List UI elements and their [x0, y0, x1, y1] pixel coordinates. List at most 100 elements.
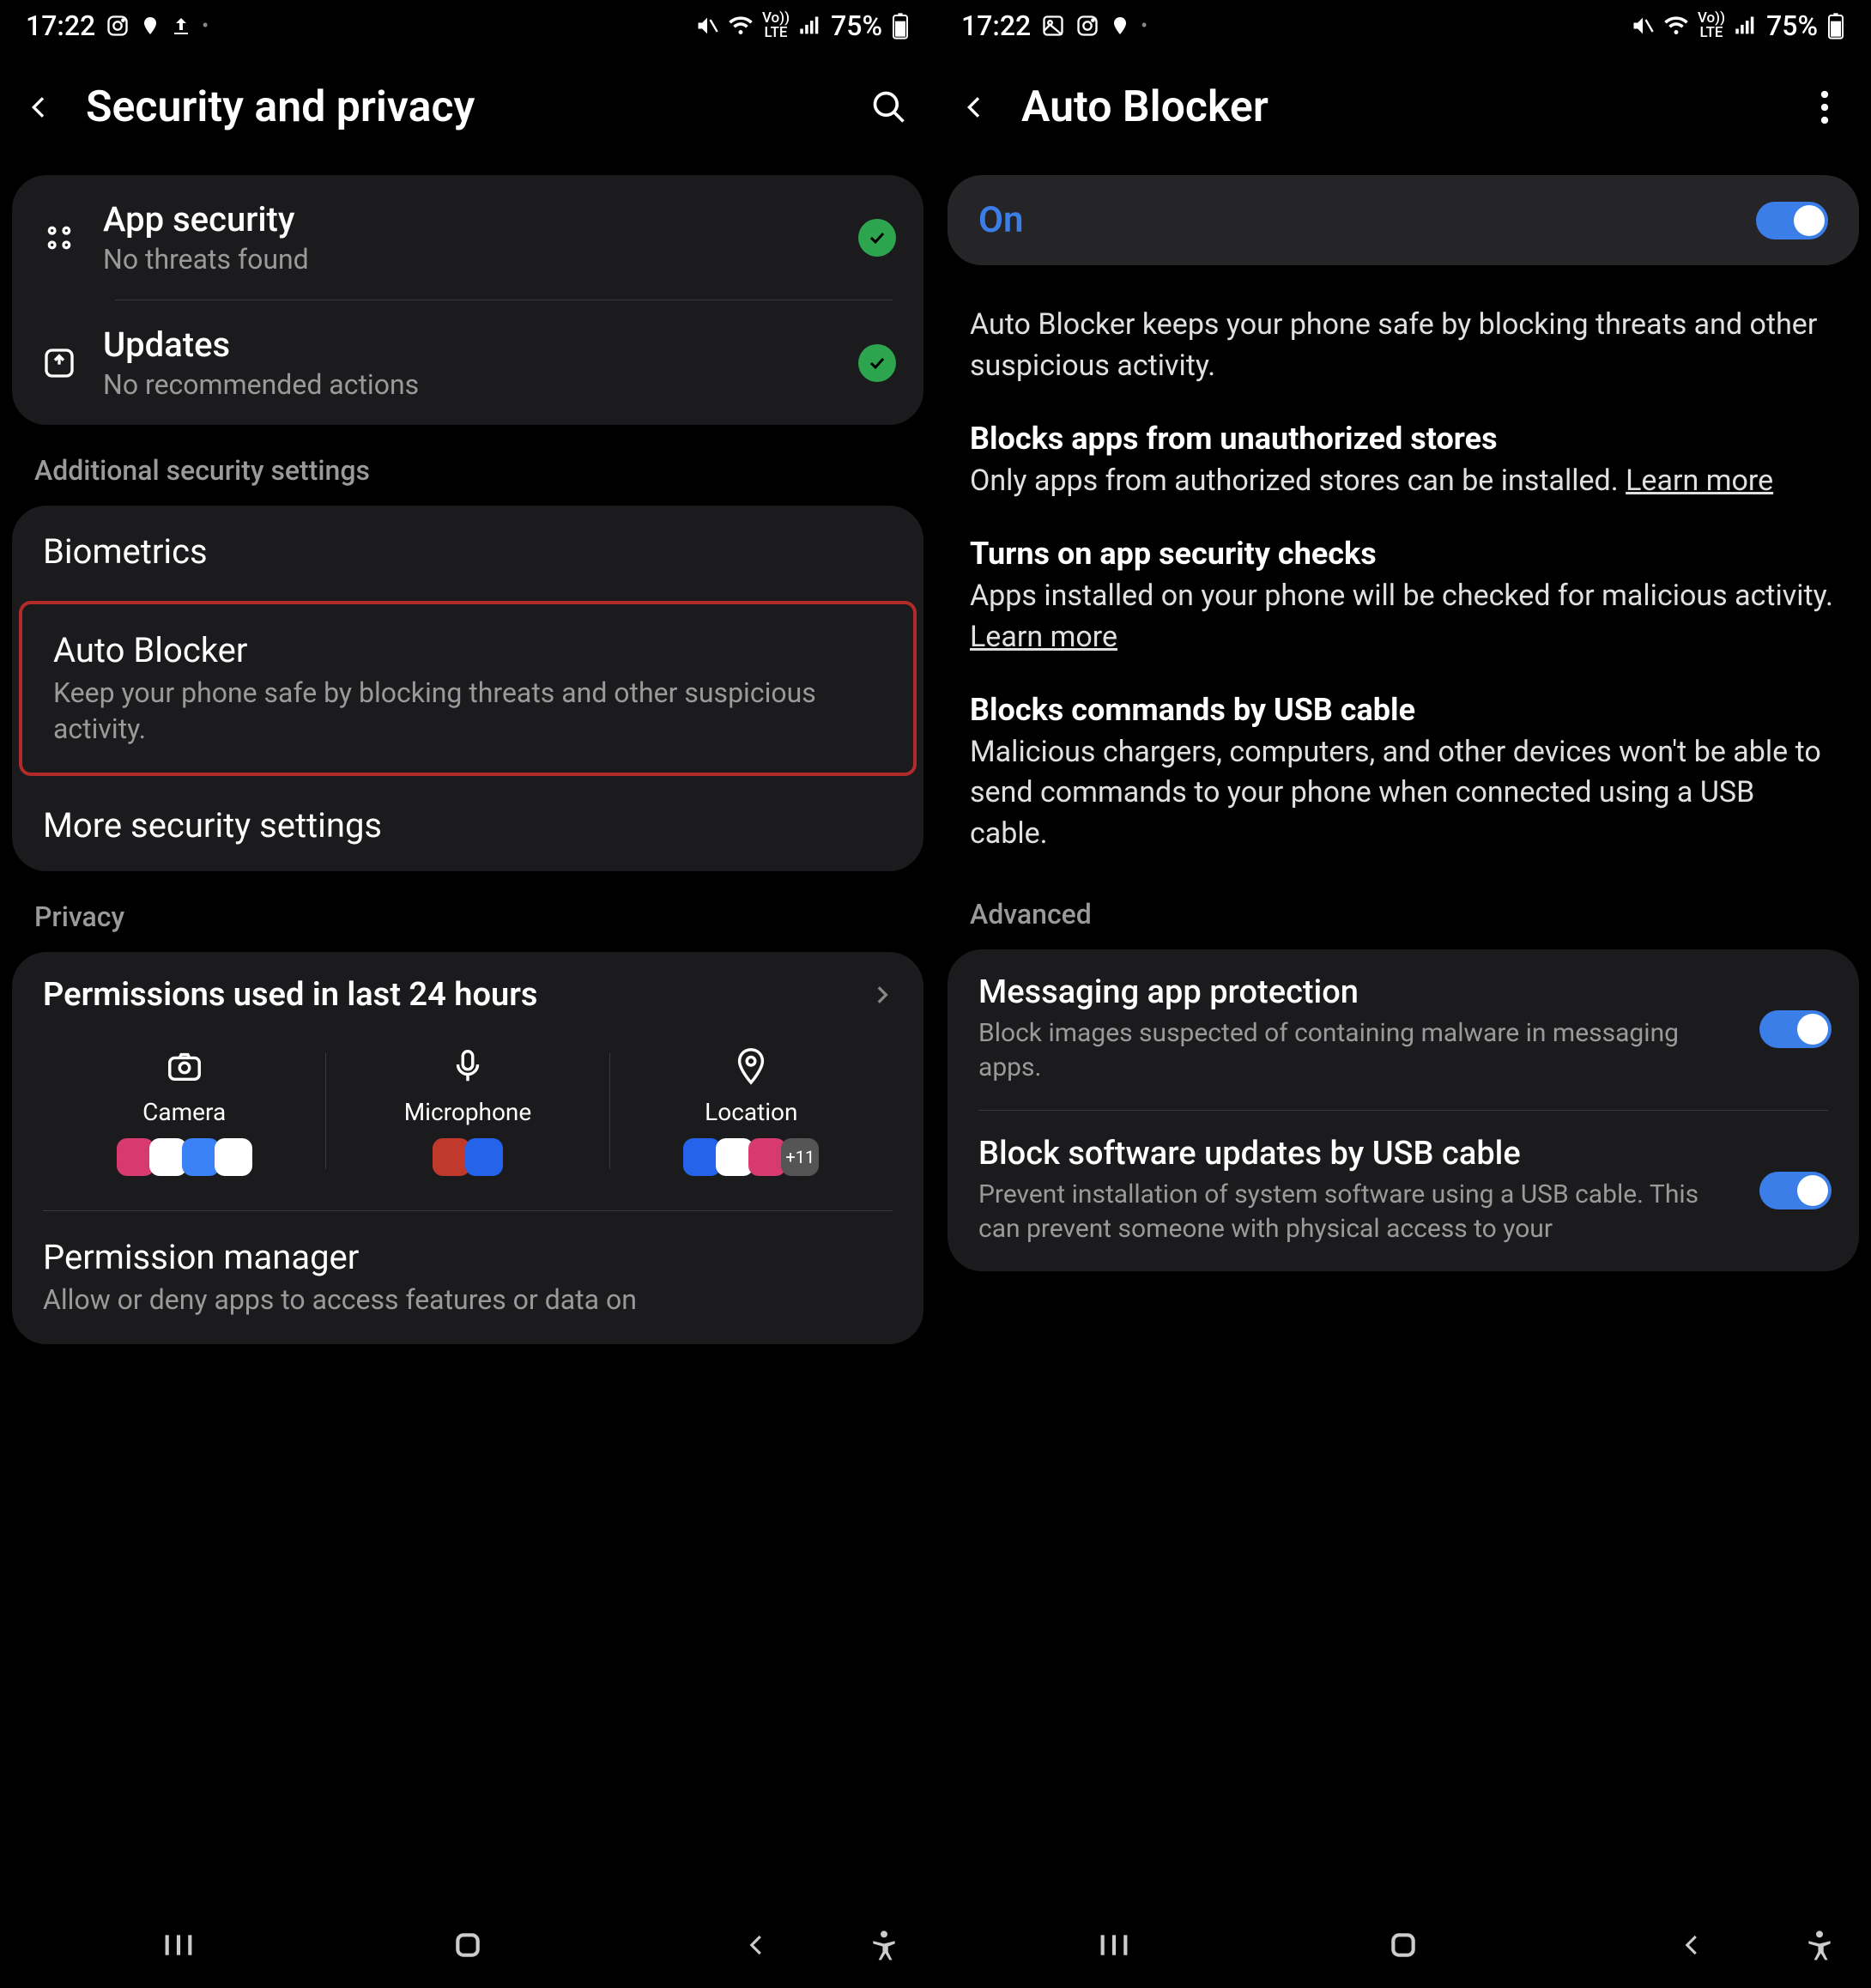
perm-location-col[interactable]: Location +11	[610, 1046, 893, 1176]
search-button[interactable]	[869, 87, 910, 128]
instagram-icon	[106, 14, 130, 38]
status-dot: •	[202, 15, 209, 37]
navigation-bar	[0, 1902, 936, 1988]
messaging-protection-title: Messaging app protection	[978, 973, 1742, 1011]
block-stores-body: Only apps from authorized stores can be …	[936, 461, 1871, 502]
location-indicator-icon	[140, 14, 160, 38]
app-security-title: App security	[103, 199, 834, 239]
screen-security-privacy: 17:22 • Vo))LTE 75%	[0, 0, 936, 1988]
microphone-apps	[435, 1138, 500, 1176]
accessibility-button[interactable]	[1794, 1919, 1845, 1971]
signal-icon	[1734, 15, 1758, 37]
battery-percent: 75%	[831, 9, 882, 42]
more-options-button[interactable]	[1804, 87, 1845, 128]
permissions-24h-title: Permissions used in last 24 hours	[43, 976, 870, 1014]
auto-blocker-highlight: Auto Blocker Keep your phone safe by blo…	[19, 601, 917, 776]
checkmark-badge-icon	[858, 344, 896, 382]
messaging-protection-row[interactable]: Messaging app protection Block images su…	[948, 949, 1859, 1110]
recents-button[interactable]	[153, 1919, 204, 1971]
learn-more-link[interactable]: Learn more	[970, 620, 1117, 654]
page-title: Auto Blocker	[1021, 82, 1778, 132]
usb-commands-body: Malicious chargers, computers, and other…	[936, 732, 1871, 855]
perm-microphone-label: Microphone	[404, 1098, 532, 1126]
back-button[interactable]	[26, 90, 60, 124]
instagram-icon	[1075, 14, 1099, 38]
block-stores-title: Blocks apps from unauthorized stores	[970, 421, 1498, 457]
more-security-label: More security settings	[43, 805, 893, 846]
additional-security-card: Biometrics Auto Blocker Keep your phone …	[12, 506, 923, 871]
home-button[interactable]	[1378, 1919, 1429, 1971]
home-button[interactable]	[442, 1919, 493, 1971]
apps-grid-icon	[39, 218, 79, 258]
status-bar: 17:22 • Vo))LTE 75%	[0, 0, 936, 52]
app-security-row[interactable]: App security No threats found	[12, 175, 923, 300]
master-switch[interactable]	[1756, 202, 1828, 239]
battery-percent: 75%	[1766, 9, 1818, 42]
auto-blocker-title: Auto Blocker	[53, 630, 882, 670]
battery-icon	[891, 12, 910, 39]
auto-blocker-row[interactable]: Auto Blocker Keep your phone safe by blo…	[22, 604, 913, 773]
on-label: On	[978, 199, 1023, 241]
perm-camera-label: Camera	[142, 1098, 226, 1126]
permission-manager-row[interactable]: Permission manager Allow or deny apps to…	[12, 1211, 923, 1344]
more-apps-badge: +11	[781, 1138, 819, 1176]
perm-camera-col[interactable]: Camera	[43, 1046, 325, 1176]
security-checks-body: Apps installed on your phone will be che…	[936, 576, 1871, 658]
perm-microphone-col[interactable]: Microphone	[326, 1046, 609, 1176]
wifi-icon	[1663, 15, 1689, 37]
back-button[interactable]	[961, 90, 996, 124]
block-usb-updates-title: Block software updates by USB cable	[978, 1135, 1742, 1173]
security-status-card: App security No threats found Updates No…	[12, 175, 923, 425]
permissions-24h-row[interactable]: Permissions used in last 24 hours	[12, 952, 923, 1038]
section-additional-security: Additional security settings	[0, 425, 936, 506]
updates-row[interactable]: Updates No recommended actions	[12, 300, 923, 425]
location-indicator-icon	[1110, 14, 1130, 38]
camera-apps	[119, 1138, 250, 1176]
master-toggle-row[interactable]: On	[948, 175, 1859, 265]
status-bar: 17:22 • Vo))LTE 75%	[936, 0, 1871, 52]
volte-icon: Vo))LTE	[1698, 11, 1725, 40]
battery-icon	[1826, 12, 1845, 39]
checkmark-badge-icon	[858, 219, 896, 257]
location-apps: +11	[686, 1138, 816, 1176]
recents-button[interactable]	[1088, 1919, 1140, 1971]
status-time: 17:22	[26, 9, 95, 42]
updates-sub: No recommended actions	[103, 368, 834, 401]
navigation-bar	[936, 1902, 1871, 1988]
screen-auto-blocker: 17:22 • Vo))LTE 75%	[936, 0, 1871, 1988]
perm-location-label: Location	[705, 1098, 797, 1126]
status-time: 17:22	[961, 9, 1031, 42]
permissions-grid: Camera Microphone	[12, 1038, 923, 1210]
block-usb-updates-sub: Prevent installation of system software …	[978, 1178, 1742, 1247]
status-dot: •	[1141, 15, 1147, 37]
messaging-switch[interactable]	[1759, 1010, 1832, 1048]
page-header: Auto Blocker	[936, 52, 1871, 175]
auto-blocker-sub: Keep your phone safe by blocking threats…	[53, 676, 882, 747]
microphone-icon	[448, 1046, 487, 1086]
messaging-protection-sub: Block images suspected of containing mal…	[978, 1016, 1742, 1086]
usb-commands-title: Blocks commands by USB cable	[970, 692, 1415, 728]
volte-icon: Vo))LTE	[762, 11, 790, 40]
security-checks-title: Turns on app security checks	[970, 536, 1377, 572]
mute-icon	[695, 14, 719, 38]
upload-icon	[171, 14, 191, 38]
block-usb-updates-row[interactable]: Block software updates by USB cable Prev…	[948, 1111, 1859, 1271]
block-usb-switch[interactable]	[1759, 1172, 1832, 1209]
nav-back-button[interactable]	[731, 1919, 783, 1971]
privacy-card: Permissions used in last 24 hours Camera	[12, 952, 923, 1344]
learn-more-link[interactable]: Learn more	[1626, 464, 1773, 498]
app-icon	[465, 1138, 503, 1176]
page-header: Security and privacy	[0, 52, 936, 175]
updates-title: Updates	[103, 324, 834, 365]
biometrics-row[interactable]: Biometrics	[12, 506, 923, 597]
wifi-icon	[728, 15, 754, 37]
camera-icon	[165, 1046, 204, 1086]
permission-manager-title: Permission manager	[43, 1237, 893, 1277]
update-icon	[39, 343, 79, 383]
nav-back-button[interactable]	[1667, 1919, 1718, 1971]
more-security-row[interactable]: More security settings	[12, 779, 923, 871]
accessibility-button[interactable]	[858, 1919, 910, 1971]
chevron-right-icon	[870, 984, 893, 1006]
biometrics-label: Biometrics	[43, 531, 893, 572]
mute-icon	[1631, 14, 1655, 38]
